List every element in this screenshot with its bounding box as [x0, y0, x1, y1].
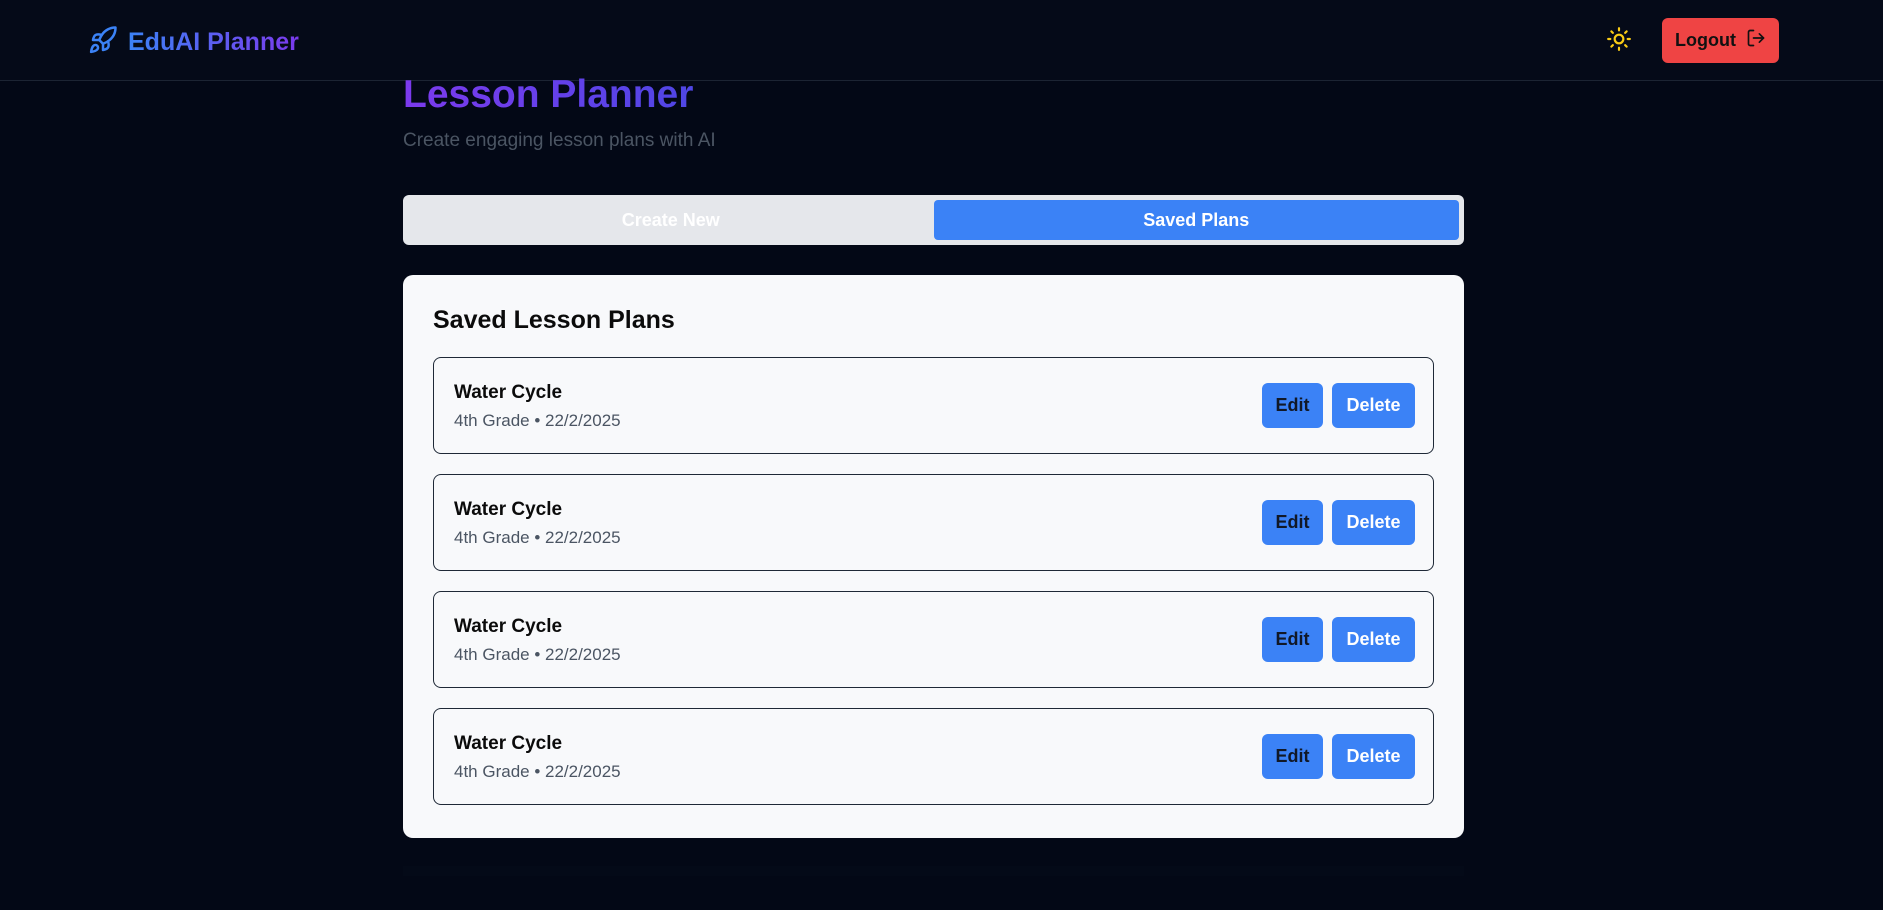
logout-label: Logout	[1675, 30, 1736, 50]
tab-saved-plans[interactable]: Saved Plans	[933, 200, 1459, 240]
brand-name: EduAI Planner	[128, 27, 299, 56]
plan-title: Water Cycle	[454, 616, 563, 637]
logout-button[interactable]: Logout	[1662, 18, 1779, 63]
brand-logo[interactable]: EduAI Planner	[88, 24, 299, 60]
plan-title: Water Cycle	[454, 499, 563, 520]
delete-button[interactable]: Delete	[1332, 500, 1415, 545]
logout-icon	[1746, 28, 1766, 53]
plan-title: Water Cycle	[454, 733, 563, 754]
plan-meta: 4th Grade • 22/2/2025	[454, 528, 621, 547]
theme-toggle-button[interactable]	[1604, 26, 1634, 56]
saved-plans-heading: Saved Lesson Plans	[433, 306, 675, 334]
edit-button[interactable]: Edit	[1262, 500, 1323, 545]
plan-meta: 4th Grade • 22/2/2025	[454, 411, 621, 430]
edit-button[interactable]: Edit	[1262, 383, 1323, 428]
page-footer-divider	[403, 866, 1464, 876]
delete-button[interactable]: Delete	[1332, 734, 1415, 779]
lesson-plan-card: Water Cycle 4th Grade • 22/2/2025 Edit D…	[433, 474, 1434, 571]
delete-button[interactable]: Delete	[1332, 617, 1415, 662]
sun-icon	[1606, 26, 1632, 57]
page-title: Lesson Planner	[403, 73, 694, 116]
lesson-plan-card: Water Cycle 4th Grade • 22/2/2025 Edit D…	[433, 708, 1434, 805]
page-subtitle: Create engaging lesson plans with AI	[403, 130, 716, 151]
saved-plans-panel: Saved Lesson Plans Water Cycle 4th Grade…	[403, 275, 1464, 838]
delete-button[interactable]: Delete	[1332, 383, 1415, 428]
lesson-plan-card: Water Cycle 4th Grade • 22/2/2025 Edit D…	[433, 357, 1434, 454]
plan-meta: 4th Grade • 22/2/2025	[454, 762, 621, 781]
planner-tabs: Create New Saved Plans	[403, 195, 1464, 245]
top-navbar: EduAI Planner Logout	[0, 0, 1883, 81]
rocket-icon	[88, 25, 118, 60]
edit-button[interactable]: Edit	[1262, 734, 1323, 779]
edit-button[interactable]: Edit	[1262, 617, 1323, 662]
plan-meta: 4th Grade • 22/2/2025	[454, 645, 621, 664]
lesson-plan-card: Water Cycle 4th Grade • 22/2/2025 Edit D…	[433, 591, 1434, 688]
plan-title: Water Cycle	[454, 382, 563, 403]
tab-create-new[interactable]: Create New	[408, 200, 934, 240]
